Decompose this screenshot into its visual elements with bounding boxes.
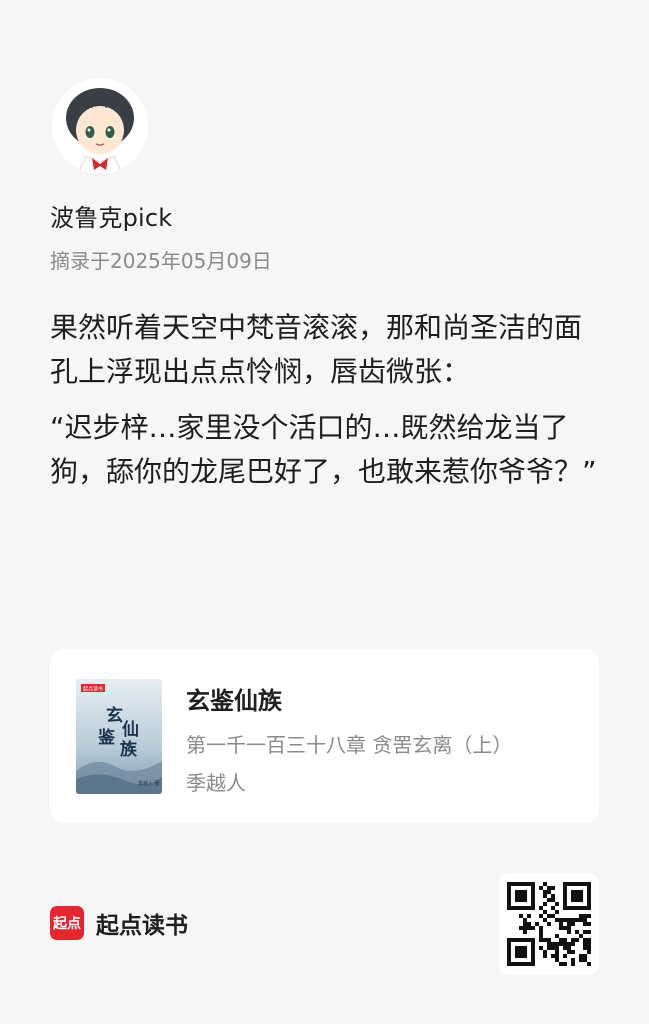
book-card[interactable]: 起点读书 玄 仙 鉴 族 季越人 著 玄鉴仙族 第一千一百三十八章 贪罟玄离（上… [50,649,599,823]
excerpt-date: 摘录于2025年05月09日 [50,249,272,273]
quote-paragraph: 果然听着天空中梵音滚滚，那和尚圣洁的面孔上浮现出点点怜悯，唇齿微张： [50,311,583,388]
cover-title-char: 鉴 [97,727,116,748]
qidian-logo-icon: 起点 [50,906,84,940]
avatar-illustration [52,78,148,174]
quote-paragraph: “迟步梓…家里没个活口的…既然给龙当了狗，舔你的龙尾巴好了，也敢来惹你爷爷？” [50,411,597,488]
qr-code[interactable] [499,874,599,974]
share-card: 波鲁克pick 摘录于2025年05月09日 果然听着天空中梵音滚滚，那和尚圣洁… [0,0,649,1024]
book-chapter[interactable]: 第一千一百三十八章 贪罟玄离（上） [186,729,578,758]
book-title[interactable]: 玄鉴仙族 [186,681,282,716]
qr-code-icon [507,882,591,966]
cover-title-char: 仙 [122,719,139,740]
cover-author: 季越人 著 [138,780,160,787]
avatar[interactable] [52,78,148,174]
cover-title-char: 玄 [106,705,123,726]
cover-badge: 起点读书 [83,686,103,693]
brand-name: 起点读书 [96,913,188,939]
username[interactable]: 波鲁克pick [50,198,172,233]
book-author: 季越人 [186,771,246,795]
cover-title-char: 族 [120,739,138,760]
quote-text: 果然听着天空中梵音滚滚，那和尚圣洁的面孔上浮现出点点怜悯，唇齿微张： “迟步梓…… [50,306,602,506]
book-cover-image: 起点读书 玄 仙 鉴 族 季越人 著 [76,679,162,794]
brand: 起点 起点读书 [50,906,188,940]
